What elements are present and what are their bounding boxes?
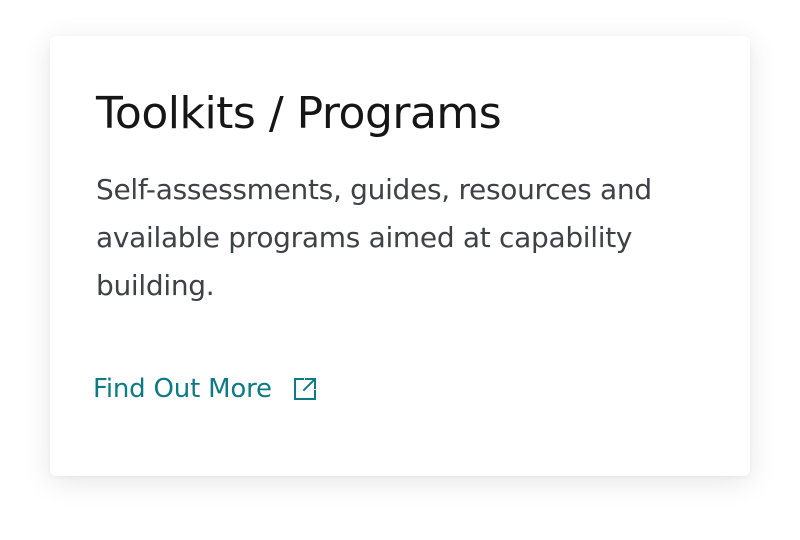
toolkits-programs-card: Toolkits / Programs Self-assessments, gu… <box>50 36 750 476</box>
card-title: Toolkits / Programs <box>96 88 502 139</box>
external-link-icon <box>292 376 318 402</box>
find-out-more-label: Find Out More <box>93 374 272 404</box>
find-out-more-link[interactable]: Find Out More <box>93 369 318 409</box>
card-description: Self-assessments, guides, resources and … <box>96 173 652 302</box>
